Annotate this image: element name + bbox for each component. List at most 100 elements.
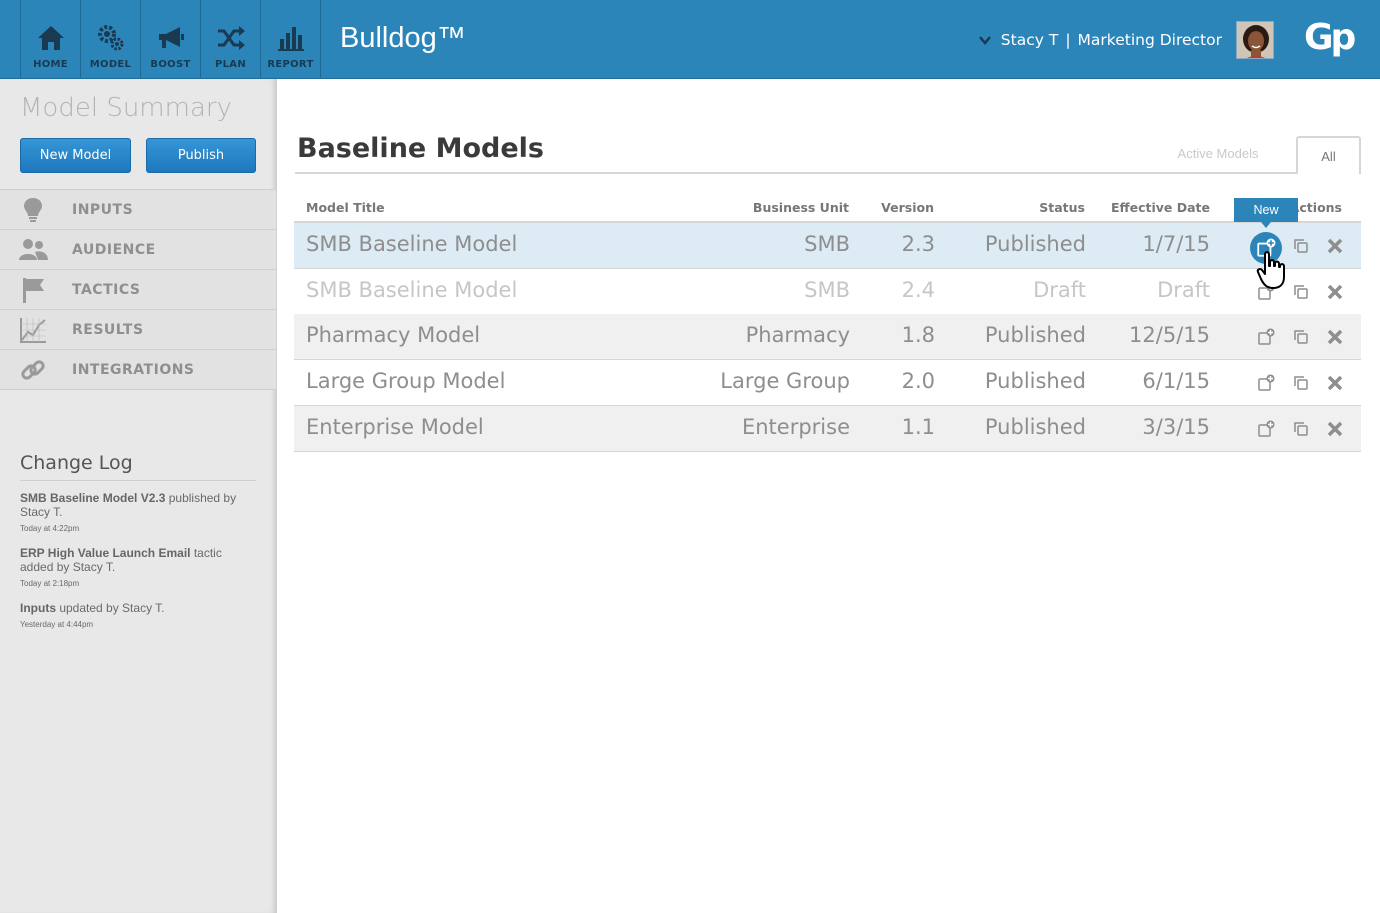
sidebar-item-label: INPUTS: [72, 201, 134, 218]
home-icon: [37, 26, 64, 50]
change-log-entry: SMB Baseline Model V2.3 published by Sta…: [20, 491, 256, 536]
close-icon: [1327, 421, 1343, 437]
table-row[interactable]: SMB Baseline Model SMB 2.3 Published 1/7…: [294, 223, 1361, 269]
sidebar-item-label: TACTICS: [72, 281, 141, 298]
table-row[interactable]: Enterprise Model Enterprise 1.1 Publishe…: [294, 406, 1361, 452]
row-unit: SMB: [804, 232, 850, 256]
tab-all[interactable]: All: [1296, 136, 1361, 174]
flag-icon: [23, 277, 44, 303]
new-version-button[interactable]: [1255, 281, 1277, 303]
row-version: 2.3: [901, 232, 935, 256]
row-title: SMB Baseline Model: [306, 278, 518, 302]
change-log-subject: SMB Baseline Model V2.3: [20, 491, 166, 505]
change-log-entry: Inputs updated by Stacy T. Yesterday at …: [20, 601, 256, 632]
sidebar-item-audience[interactable]: AUDIENCE: [0, 230, 276, 270]
delete-button[interactable]: [1324, 372, 1346, 394]
row-unit: SMB: [804, 278, 850, 302]
close-icon: [1327, 329, 1343, 345]
sidebar-item-results[interactable]: RESULTS: [0, 310, 276, 350]
table-row[interactable]: Pharmacy Model Pharmacy 1.8 Published 12…: [294, 314, 1361, 360]
row-unit: Pharmacy: [745, 323, 850, 347]
column-header-version[interactable]: Version: [881, 200, 934, 215]
tooltip-new: New: [1234, 198, 1298, 228]
sidebar-item-inputs[interactable]: INPUTS: [0, 190, 276, 230]
copy-icon: [1294, 330, 1308, 344]
new-version-button[interactable]: [1255, 372, 1277, 394]
row-status: Published: [984, 369, 1086, 393]
publish-button[interactable]: Publish: [146, 138, 256, 173]
row-version: 1.1: [901, 415, 935, 439]
tab-active-models[interactable]: Active Models: [1150, 146, 1286, 161]
column-header-title[interactable]: Model Title: [306, 200, 385, 215]
new-model-button[interactable]: New Model: [20, 138, 131, 173]
avatar[interactable]: [1236, 21, 1274, 59]
shuffle-icon: [217, 26, 245, 50]
user-role: Marketing Director: [1077, 31, 1222, 49]
new-version-icon: [1258, 374, 1275, 391]
delete-button[interactable]: [1324, 281, 1346, 303]
close-icon: [1327, 284, 1343, 300]
table-header: Model Title Business Unit Version Status…: [294, 196, 1361, 223]
new-version-icon: [1258, 420, 1275, 437]
close-icon: [1327, 375, 1343, 391]
column-header-unit[interactable]: Business Unit: [753, 200, 849, 215]
megaphone-icon: [158, 27, 184, 48]
nav-plan-label: PLAN: [214, 59, 246, 70]
sidebar-item-label: INTEGRATIONS: [72, 361, 195, 378]
copy-icon: [1294, 376, 1308, 390]
delete-button[interactable]: [1324, 326, 1346, 348]
row-title: Pharmacy Model: [306, 323, 481, 347]
nav-boost[interactable]: BOOST: [141, 0, 201, 78]
copy-icon: [1294, 422, 1308, 436]
nav-boost-label: BOOST: [150, 59, 191, 70]
sidebar-title: Model Summary: [20, 93, 232, 123]
bar-chart-icon: [277, 27, 304, 51]
row-date: 6/1/15: [1142, 369, 1210, 393]
copy-button[interactable]: [1290, 372, 1312, 394]
lightbulb-icon: [24, 197, 42, 222]
chevron-down-icon: [978, 36, 991, 45]
row-title: Enterprise Model: [306, 415, 484, 439]
column-header-date[interactable]: Effective Date: [1111, 200, 1210, 215]
nav-home-label: HOME: [33, 59, 68, 70]
sidebar-item-label: RESULTS: [72, 321, 144, 338]
row-title: Large Group Model: [306, 369, 506, 393]
delete-button[interactable]: [1324, 418, 1346, 440]
user-photo-icon: [1237, 22, 1273, 58]
change-log-time: Today at 4:22pm: [20, 524, 80, 533]
change-log-subject: Inputs: [20, 601, 56, 615]
nav-plan[interactable]: PLAN: [201, 0, 261, 78]
nav-report[interactable]: REPORT: [261, 0, 321, 78]
user-menu[interactable]: Stacy T | Marketing Director: [978, 31, 1222, 49]
change-log: Change Log SMB Baseline Model V2.3 publi…: [20, 452, 256, 632]
row-unit: Enterprise: [741, 415, 850, 439]
copy-button[interactable]: [1290, 281, 1312, 303]
app-brand: Bulldog™: [340, 22, 466, 54]
change-log-time: Today at 2:18pm: [20, 579, 80, 588]
new-version-button-active[interactable]: [1250, 232, 1282, 264]
row-status: Published: [984, 415, 1086, 439]
table-row[interactable]: SMB Baseline Model SMB 2.4 Draft Draft: [294, 269, 1361, 315]
change-log-entry: ERP High Value Launch Email tactic added…: [20, 546, 256, 591]
sidebar-item-tactics[interactable]: TACTICS: [0, 270, 276, 310]
nav-home[interactable]: HOME: [21, 0, 81, 78]
row-version: 2.0: [901, 369, 935, 393]
table-row[interactable]: Large Group Model Large Group 2.0 Publis…: [294, 360, 1361, 406]
close-icon: [1327, 238, 1343, 254]
sidebar-item-label: AUDIENCE: [72, 241, 156, 258]
new-version-button[interactable]: [1255, 326, 1277, 348]
copy-button[interactable]: [1290, 418, 1312, 440]
delete-button[interactable]: [1324, 235, 1346, 257]
copy-button[interactable]: [1290, 326, 1312, 348]
link-icon: [21, 359, 45, 380]
row-date: 3/3/15: [1142, 415, 1210, 439]
row-version: 1.8: [901, 323, 935, 347]
row-unit: Large Group: [720, 369, 850, 393]
row-version: 2.4: [901, 278, 935, 302]
users-icon: [19, 238, 48, 260]
new-version-button[interactable]: [1255, 418, 1277, 440]
sidebar-item-integrations[interactable]: INTEGRATIONS: [0, 350, 276, 390]
nav-model[interactable]: MODEL: [81, 0, 141, 78]
copy-button[interactable]: [1290, 235, 1312, 257]
column-header-status[interactable]: Status: [1039, 200, 1085, 215]
